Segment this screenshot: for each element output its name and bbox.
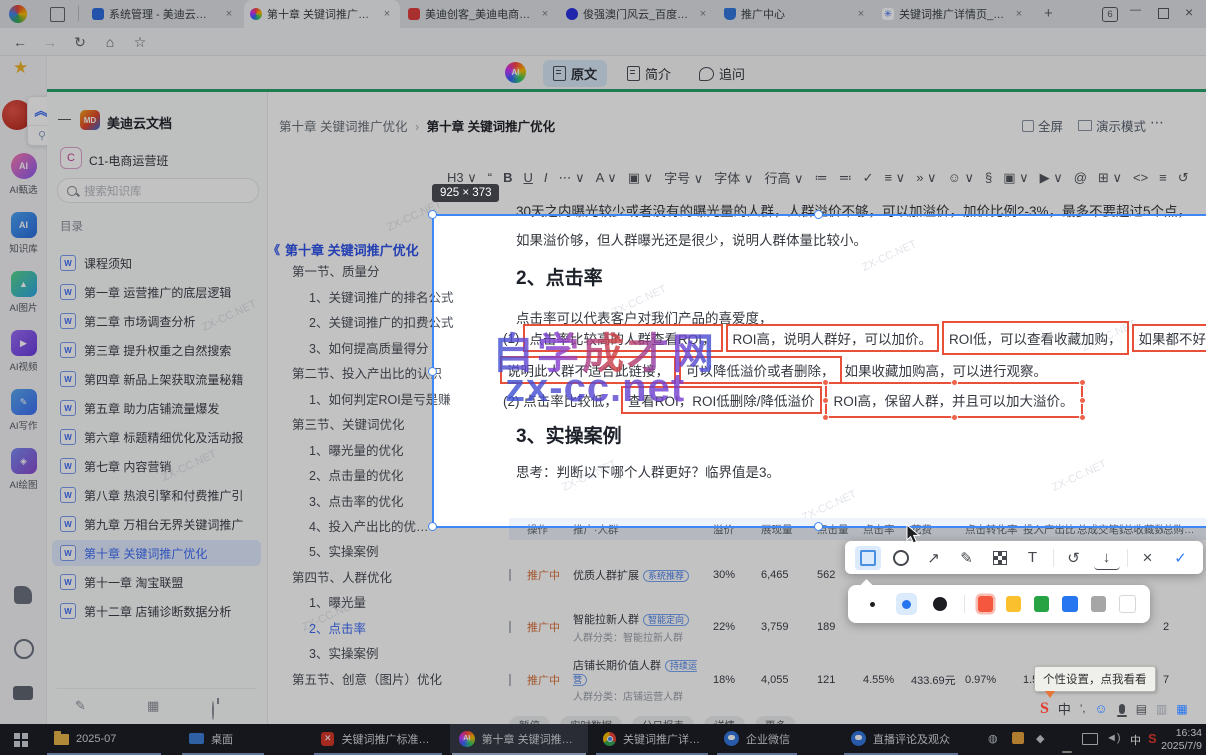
selection-handle[interactable] (814, 522, 823, 531)
annotation-rect[interactable]: 说明此人群不适合此链接， (500, 356, 676, 384)
selection-handle[interactable] (428, 210, 437, 219)
stroke-small[interactable] (862, 593, 883, 615)
dim-overlay-top (0, 0, 1206, 215)
cancel-capture-button[interactable]: × (1135, 546, 1161, 570)
divider (963, 595, 965, 613)
pen-tool[interactable]: ✎ (954, 546, 980, 570)
save-button[interactable]: ↓ (1093, 545, 1120, 570)
ime-tooltip[interactable]: 个性设置，点我看看 (1034, 666, 1156, 698)
text-tool[interactable]: T (1020, 546, 1046, 570)
ime-skin-icon[interactable]: ▥ (1156, 702, 1167, 716)
annotation-rect[interactable]: ROI高，说明人群好，可以加价。 (725, 324, 940, 352)
rectangle-tool[interactable] (854, 545, 881, 570)
annotation-rect[interactable]: ROI低，可以查看收藏加购， (942, 321, 1129, 355)
resize-handle[interactable] (950, 414, 958, 421)
color-gray[interactable] (1090, 596, 1106, 612)
selection-handle[interactable] (814, 210, 823, 219)
content-line-3: (2) 点击率比较低， 查看ROI，ROI低删除/降低溢价 ROI高，保留人群，… (503, 379, 1086, 421)
resize-handle[interactable] (821, 397, 829, 404)
color-red-selected[interactable] (977, 596, 993, 612)
undo-button[interactable]: ↺ (1061, 546, 1087, 570)
color-white[interactable] (1118, 595, 1137, 613)
confirm-capture-button[interactable]: ✓ (1168, 546, 1194, 570)
ime-punct-icon[interactable]: ’, (1080, 703, 1086, 715)
ime-emoji-icon[interactable]: ☺ (1094, 701, 1107, 716)
resize-handle[interactable] (1078, 397, 1086, 404)
sogou-logo-icon[interactable]: S (1040, 700, 1049, 718)
ellipse-tool[interactable] (888, 546, 914, 570)
content-line-1: (1) 点击率比较高的人群查看ROI， ROI高，说明人群好，可以加价。 ROI… (503, 321, 1206, 355)
ime-toolbar: S 中 ’, ☺ ▤ ▥ ▦ (1040, 699, 1188, 718)
paragraph: 思考：判断以下哪个人群更好？临界值是3。 (516, 465, 781, 480)
annotation-rect[interactable]: 点击率比较高的人群查看ROI， (522, 324, 723, 352)
section-heading-ctr: 2、点击率 (516, 268, 603, 289)
capture-size-label: 925 × 373 (432, 184, 500, 202)
dim-overlay-left (0, 215, 432, 528)
resize-handle[interactable] (1078, 379, 1086, 386)
resize-handle[interactable] (1078, 414, 1086, 421)
section-heading-case: 3、实操案例 (516, 426, 622, 447)
ime-mic-icon[interactable] (1116, 703, 1127, 717)
list-marker: (1) (503, 330, 520, 346)
annotation-toolbar: ↗ ✎ T ↺ ↓ × ✓ (845, 541, 1203, 574)
annotation-rect[interactable]: 查看ROI，ROI低删除/降低溢价 (620, 386, 822, 414)
mouse-cursor (906, 524, 921, 544)
arrow-tool[interactable]: ↗ (921, 546, 947, 570)
tooltip-pointer (1045, 691, 1055, 698)
resize-handle[interactable] (821, 414, 829, 421)
list-marker: (2) 点击率比较低， (503, 394, 618, 409)
mosaic-tool[interactable] (987, 546, 1013, 570)
annotation-rect-selected[interactable]: ROI高，保留人群，并且可以加大溢价。 (821, 379, 1086, 421)
stroke-medium-selected[interactable] (895, 593, 917, 615)
tiled-watermark: ZX-CC.NET (860, 238, 919, 274)
divider (1126, 548, 1128, 567)
divider (1052, 548, 1054, 567)
ime-lang-icon[interactable]: 中 (1058, 699, 1071, 718)
ime-toolbox-icon[interactable]: ▦ (1176, 702, 1187, 716)
paragraph: 如果溢价够，但人群曝光还是很少，说明人群体量比较小。 (516, 233, 867, 248)
color-green[interactable] (1034, 596, 1050, 612)
selection-handle[interactable] (428, 367, 437, 376)
tiled-watermark: ZX-CC.NET (1050, 458, 1109, 494)
screen: 系统管理 - 美迪云管理 × 第十章 关键词推广优化 × 美迪创客_美迪电商_美… (0, 0, 1206, 755)
content-line-2: 说明此人群不适合此链接， 可以降低溢价或者删除， 如果收藏加购高，可以进行观察。 (500, 356, 1047, 384)
paragraph: 如果收藏加购高，可以进行观察。 (844, 364, 1048, 379)
stroke-large[interactable] (930, 593, 951, 615)
annotation-rect[interactable]: 可以降低溢价或者删除， (679, 356, 842, 384)
resize-handle[interactable] (821, 379, 829, 386)
selection-handle[interactable] (428, 522, 437, 531)
resize-handle[interactable] (950, 379, 958, 386)
ime-keyboard-icon[interactable]: ▤ (1136, 702, 1147, 716)
annotation-rect[interactable]: 如果都不好， (1131, 324, 1206, 352)
stroke-style-panel (848, 579, 1150, 623)
color-yellow[interactable] (1005, 596, 1022, 612)
color-blue[interactable] (1062, 596, 1078, 612)
